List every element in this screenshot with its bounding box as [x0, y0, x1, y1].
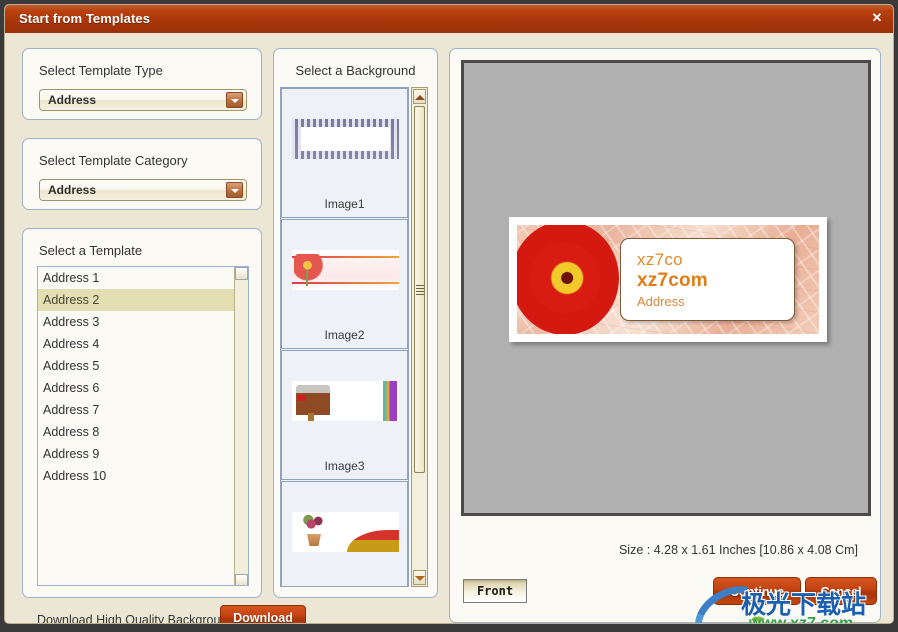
label-line-2: xz7com — [637, 270, 708, 291]
background-thumbnail-caption: Image2 — [324, 328, 365, 342]
scroll-down-button[interactable] — [235, 574, 248, 585]
pearl-border-art — [292, 119, 399, 159]
window-titlebar: Start from Templates ✕ — [5, 5, 893, 33]
list-item[interactable]: Address 2 — [38, 289, 248, 311]
list-item[interactable]: Address 8 — [38, 421, 248, 443]
template-list-panel: Select a Template Address 1 Address 2 Addr… — [22, 228, 262, 598]
label-background-art: xz7co xz7com Address — [517, 225, 819, 334]
template-type-panel: Select Template Type Address — [22, 48, 262, 120]
template-type-value: Address — [48, 93, 97, 107]
background-thumbnail[interactable]: Image4 — [281, 481, 408, 586]
preview-canvas[interactable]: xz7co xz7com Address — [461, 60, 871, 516]
template-list-scrollbar[interactable] — [234, 267, 248, 585]
template-category-panel: Select Template Category Address — [22, 138, 262, 210]
scrollbar-grip-icon — [415, 284, 424, 295]
label-preview-card[interactable]: xz7co xz7com Address — [509, 217, 827, 342]
preview-panel: xz7co xz7com Address Size : 4.28 x 1.61 … — [449, 48, 881, 623]
label-text-box[interactable]: xz7co xz7com Address — [620, 238, 795, 321]
template-type-title: Select Template Type — [39, 63, 163, 78]
potted-plant-art — [292, 512, 399, 552]
list-item[interactable]: Address 6 — [38, 377, 248, 399]
background-thumbnail-image — [292, 250, 399, 290]
front-button[interactable]: Front — [463, 579, 527, 603]
background-thumbnail[interactable]: Image3 — [281, 350, 408, 480]
mailbox-art — [292, 381, 399, 421]
list-item[interactable]: Address 1 — [38, 267, 248, 289]
background-thumbnail-image — [292, 381, 399, 421]
template-listbox[interactable]: Address 1 Address 2 Address 3 Address 4 Addr… — [37, 266, 249, 586]
background-thumbnail-caption: Image3 — [324, 459, 365, 473]
template-category-value: Address — [48, 183, 97, 197]
background-thumbs: Image1 Image2 Image3 Image4 — [281, 88, 408, 586]
template-list-title: Select a Template — [39, 243, 143, 258]
list-item[interactable]: Address 5 — [38, 355, 248, 377]
download-button[interactable]: Download — [220, 605, 306, 623]
label-line-1: xz7co — [637, 250, 683, 269]
list-item[interactable]: Address 4 — [38, 333, 248, 355]
list-item[interactable]: Address 3 — [38, 311, 248, 333]
background-thumbnail[interactable]: Image1 — [281, 88, 408, 218]
label-size-text: Size : 4.28 x 1.61 Inches [10.86 x 4.08 … — [618, 543, 858, 557]
template-category-title: Select Template Category — [39, 153, 188, 168]
chevron-down-icon[interactable] — [226, 182, 243, 198]
background-thumbnail[interactable]: Image2 — [281, 219, 408, 349]
list-item[interactable]: Address 9 — [38, 443, 248, 465]
template-rows: Address 1 Address 2 Address 3 Address 4 Addr… — [38, 267, 248, 487]
scrollbar-thumb[interactable] — [414, 106, 425, 473]
background-title: Select a Background — [295, 63, 416, 78]
list-item[interactable]: Address 7 — [38, 399, 248, 421]
window-inner-frame: Start from Templates ✕ Select Template T… — [4, 4, 894, 624]
close-icon[interactable]: ✕ — [869, 10, 885, 26]
flower-image — [517, 225, 619, 334]
background-thumbnail-image — [292, 119, 399, 159]
dialog-content: Select Template Type Address Select Temp… — [5, 33, 893, 624]
label-line-3: Address — [637, 294, 685, 309]
list-item[interactable]: Address 10 — [38, 465, 248, 487]
download-backgrounds-label: Download High Quality Backgrounds — [37, 613, 241, 624]
cancel-button[interactable]: Cancel — [805, 577, 877, 605]
continue-button[interactable]: Continue — [713, 577, 801, 605]
background-scrollbar[interactable] — [411, 87, 428, 587]
scroll-up-arrow-icon[interactable] — [413, 89, 426, 104]
floral-art — [292, 250, 399, 290]
scroll-up-button[interactable] — [235, 267, 248, 280]
scroll-down-arrow-icon[interactable] — [413, 570, 426, 585]
template-type-dropdown[interactable]: Address — [39, 89, 247, 111]
background-thumbnail-list[interactable]: Image1 Image2 Image3 Image4 — [280, 87, 409, 587]
template-category-dropdown[interactable]: Address — [39, 179, 247, 201]
application-root: Start from Templates ✕ Select Template T… — [0, 0, 898, 632]
background-thumbnail-caption: Image1 — [324, 197, 365, 211]
flower-petals — [517, 225, 619, 334]
background-thumbnail-image — [292, 512, 399, 552]
chevron-down-icon[interactable] — [226, 92, 243, 108]
background-panel: Select a Background Image1Image2Image3Im… — [273, 48, 438, 598]
window-title: Start from Templates — [19, 11, 151, 26]
